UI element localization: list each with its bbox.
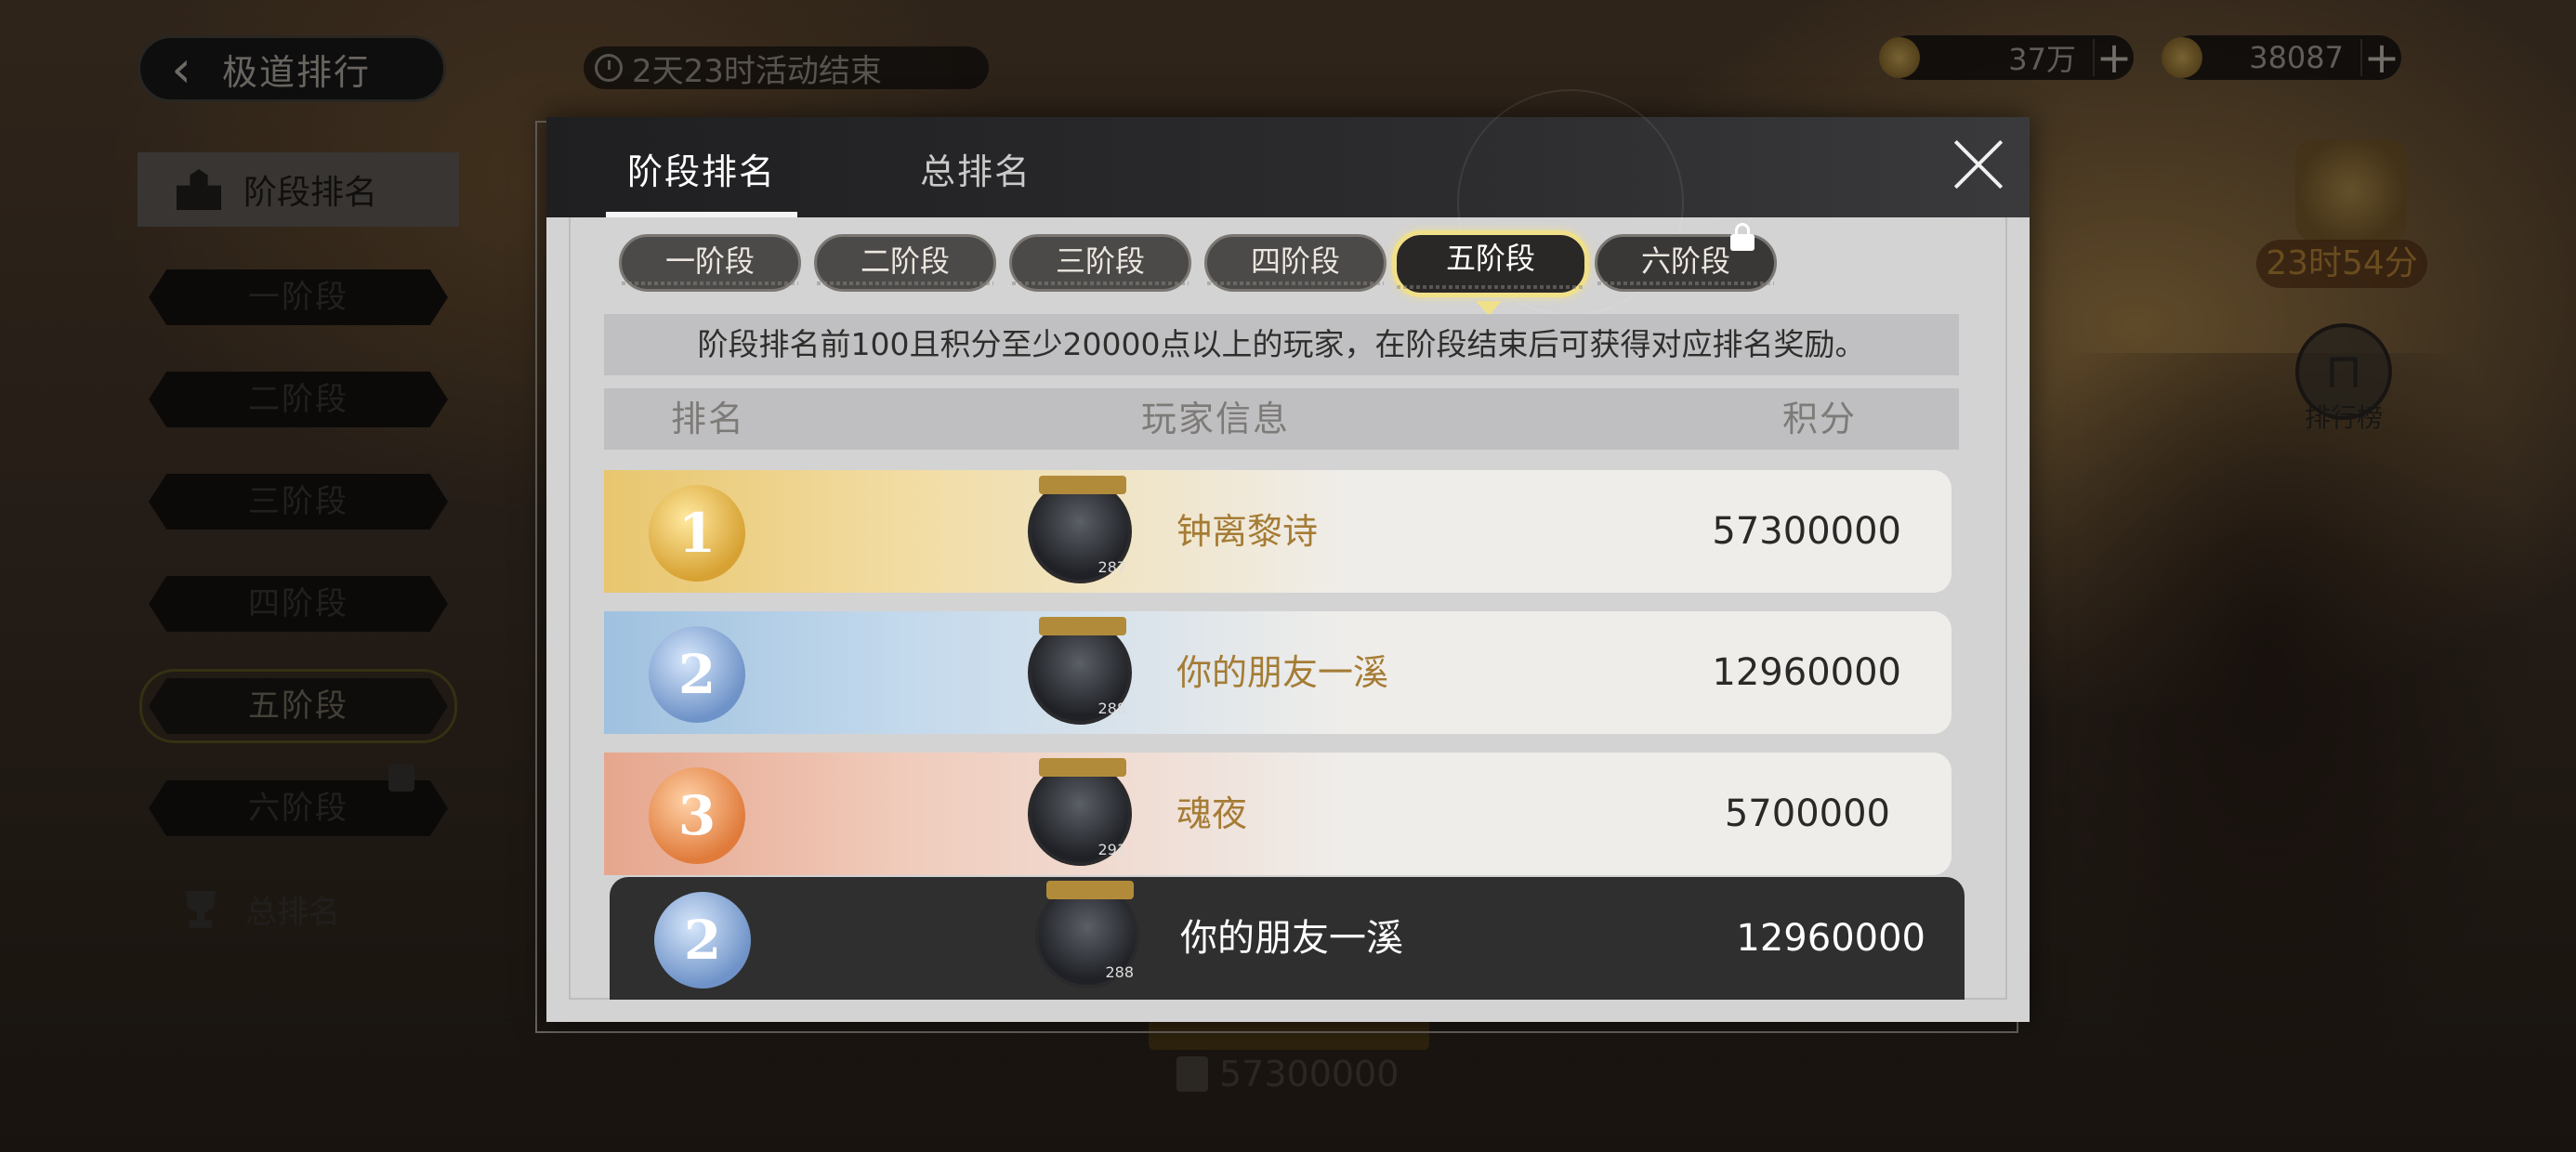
avatar[interactable]: 291 [1028, 758, 1132, 866]
avatar-level: 288 [1105, 963, 1134, 981]
modal-header: 阶段排名 总排名 [546, 89, 2030, 316]
chip-label: 二阶段 [860, 243, 950, 279]
player-name: 你的朋友一溪 [1176, 652, 1389, 693]
chip-label: 五阶段 [1445, 241, 1535, 276]
table-row[interactable]: 2 288 你的朋友一溪 12960000 [604, 611, 1952, 734]
player-score: 5700000 [1724, 792, 1890, 835]
table-row[interactable]: 3 291 魂夜 5700000 [604, 753, 1952, 875]
rank-medal-bronze: 3 [649, 767, 745, 864]
chip-label: 四阶段 [1250, 243, 1340, 279]
chip-stage-3[interactable]: 三阶段 [1009, 234, 1191, 292]
chip-stage-1[interactable]: 一阶段 [619, 234, 801, 292]
chip-label: 六阶段 [1640, 243, 1730, 279]
self-player-score: 12960000 [1736, 917, 1925, 960]
rank-medal-silver: 2 [649, 626, 745, 723]
chip-stage-4[interactable]: 四阶段 [1204, 234, 1387, 292]
column-header: 排名 玩家信息 积分 [604, 388, 1959, 450]
chip-stage-5[interactable]: 五阶段 [1392, 230, 1589, 297]
ranking-modal: 阶段排名 总排名 一阶段 二阶段 三阶段 四阶段 五阶段 六阶段 阶段排名前10… [546, 89, 2030, 1022]
avatar[interactable]: 287 [1028, 476, 1132, 583]
avatar-level: 287 [1097, 558, 1126, 576]
chip-label: 三阶段 [1055, 243, 1145, 279]
tab-stage-ranking[interactable]: 阶段排名 [606, 143, 797, 217]
table-row[interactable]: 1 287 钟离黎诗 57300000 [604, 470, 1952, 593]
title-badge [1046, 881, 1134, 899]
player-name: 魂夜 [1176, 793, 1248, 834]
col-rank: 排名 [671, 399, 746, 439]
avatar-level: 288 [1097, 700, 1126, 717]
player-score: 12960000 [1712, 651, 1901, 694]
avatar[interactable]: 288 [1028, 617, 1132, 725]
title-badge [1039, 617, 1126, 635]
col-player-info: 玩家信息 [1141, 399, 1291, 439]
avatar-level: 291 [1097, 841, 1126, 858]
rank-medal-gold: 1 [649, 485, 745, 582]
title-badge [1039, 476, 1126, 494]
avatar[interactable]: 288 [1035, 881, 1139, 988]
tab-total-ranking[interactable]: 总排名 [883, 143, 1069, 217]
player-score: 57300000 [1712, 510, 1901, 553]
close-icon[interactable] [1950, 136, 2007, 193]
lock-icon [1730, 223, 1755, 251]
rank-medal-silver: 2 [654, 892, 751, 988]
player-name: 钟离黎诗 [1176, 511, 1319, 552]
title-badge [1039, 758, 1126, 777]
chip-label: 一阶段 [664, 243, 755, 279]
self-player-name: 你的朋友一溪 [1180, 917, 1403, 960]
chip-stage-2[interactable]: 二阶段 [814, 234, 996, 292]
self-rank-row[interactable]: 2 288 你的朋友一溪 12960000 [610, 877, 1965, 1000]
reward-notice: 阶段排名前100且积分至少20000点以上的玩家，在阶段结束后可获得对应排名奖励… [604, 314, 1959, 375]
col-score: 积分 [1782, 399, 1858, 439]
